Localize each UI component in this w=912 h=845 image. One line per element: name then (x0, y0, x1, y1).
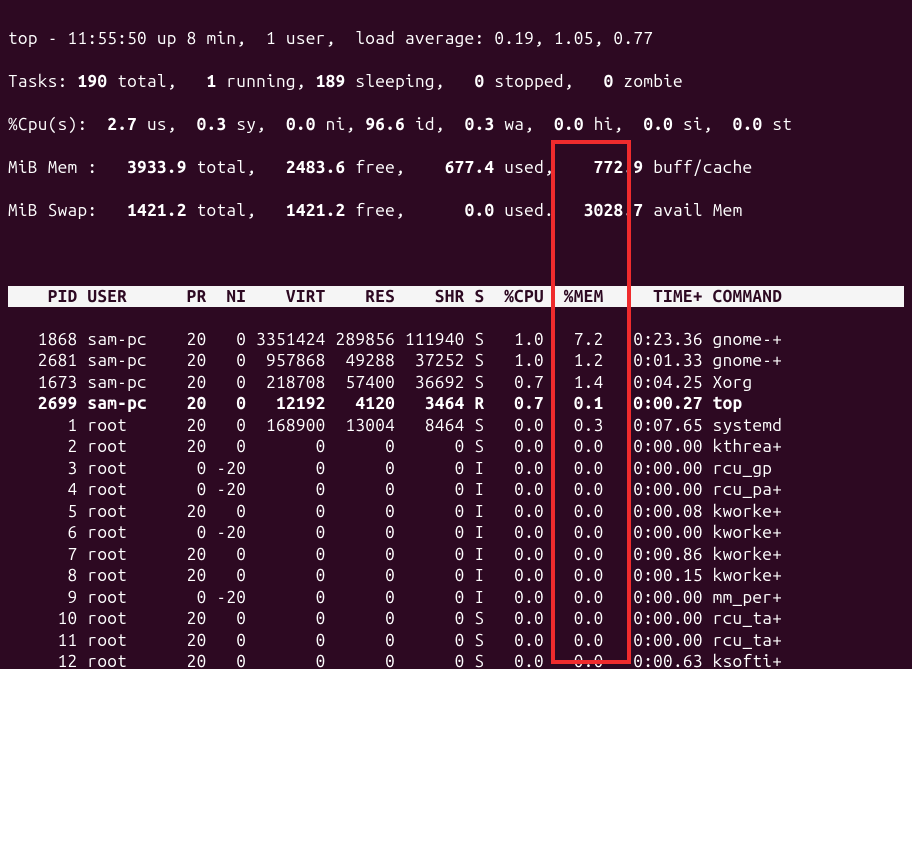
process-row[interactable]: 5 root 20 0 0 0 0 I 0.0 0.0 0:00.08 kwor… (8, 501, 904, 523)
process-row[interactable]: 12 root 20 0 0 0 0 S 0.0 0.0 0:00.63 kso… (8, 651, 904, 673)
summary-line-swap: MiB Swap: 1421.2 total, 1421.2 free, 0.0… (8, 200, 904, 222)
column-header[interactable]: PID USER PR NI VIRT RES SHR S %CPU %MEM … (8, 286, 904, 308)
process-row[interactable]: 1673 sam-pc 20 0 218708 57400 36692 S 0.… (8, 372, 904, 394)
summary-line-tasks: Tasks: 190 total, 1 running, 189 sleepin… (8, 71, 904, 93)
blank-line (8, 243, 904, 265)
process-row[interactable]: 6 root 0 -20 0 0 0 I 0.0 0.0 0:00.00 kwo… (8, 522, 904, 544)
process-row[interactable]: 9 root 0 -20 0 0 0 I 0.0 0.0 0:00.00 mm_… (8, 587, 904, 609)
process-row[interactable]: 1868 sam-pc 20 0 3351424 289856 111940 S… (8, 329, 904, 351)
process-row[interactable]: 11 root 20 0 0 0 0 S 0.0 0.0 0:00.00 rcu… (8, 630, 904, 652)
summary-line-mem: MiB Mem : 3933.9 total, 2483.6 free, 677… (8, 157, 904, 179)
process-row[interactable]: 7 root 20 0 0 0 0 I 0.0 0.0 0:00.86 kwor… (8, 544, 904, 566)
process-row[interactable]: 10 root 20 0 0 0 0 S 0.0 0.0 0:00.00 rcu… (8, 608, 904, 630)
summary-line-cpu: %Cpu(s): 2.7 us, 0.3 sy, 0.0 ni, 96.6 id… (8, 114, 904, 136)
summary-line-1: top - 11:55:50 up 8 min, 1 user, load av… (8, 28, 904, 50)
process-row[interactable]: 13 root 20 0 0 0 0 I 0.0 0.0 0:01.39 rcu… (8, 673, 904, 695)
process-row[interactable]: 2681 sam-pc 20 0 957868 49288 37252 S 1.… (8, 350, 904, 372)
process-row[interactable]: 18 root 20 0 0 0 0 I 0.0 0.0 0:00.00 net… (8, 780, 904, 802)
process-row[interactable]: 1 root 20 0 168900 13004 8464 S 0.0 0.3 … (8, 415, 904, 437)
process-row[interactable]: 8 root 20 0 0 0 0 I 0.0 0.0 0:00.15 kwor… (8, 565, 904, 587)
process-row[interactable]: 16 root 20 0 0 0 0 S 0.0 0.0 0:00.00 cpu… (8, 737, 904, 759)
process-row[interactable]: 14 root rt 0 0 0 0 S 0.0 0.0 0:00.01 mig… (8, 694, 904, 716)
process-row[interactable]: 17 root 20 0 0 0 0 S 0.0 0.0 0:00.00 kde… (8, 759, 904, 781)
process-row[interactable]: 4 root 0 -20 0 0 0 I 0.0 0.0 0:00.00 rcu… (8, 479, 904, 501)
process-row[interactable]: 2699 sam-pc 20 0 12192 4120 3464 R 0.7 0… (8, 393, 904, 415)
process-row[interactable]: 3 root 0 -20 0 0 0 I 0.0 0.0 0:00.00 rcu… (8, 458, 904, 480)
process-row[interactable]: 2 root 20 0 0 0 0 S 0.0 0.0 0:00.00 kthr… (8, 436, 904, 458)
terminal-window[interactable]: top - 11:55:50 up 8 min, 1 user, load av… (0, 0, 912, 669)
process-row[interactable]: 15 root -51 0 0 0 0 S 0.0 0.0 0:00.00 id… (8, 716, 904, 738)
